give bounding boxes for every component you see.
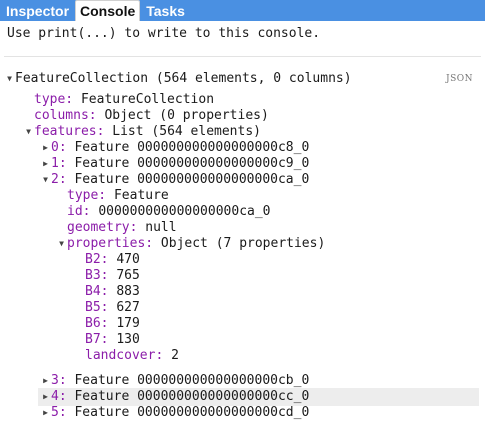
tab-inspector[interactable]: Inspector xyxy=(2,2,73,21)
triangle-down-icon[interactable]: ▼ xyxy=(56,236,67,252)
property-row: landcover: 2 xyxy=(85,348,179,364)
key: geometry: xyxy=(67,220,138,235)
value: 179 xyxy=(116,316,140,331)
triangle-right-icon[interactable]: ▶ xyxy=(40,389,51,405)
value: Object (0 properties) xyxy=(104,108,269,123)
triangle-right-icon[interactable]: ▶ xyxy=(40,156,51,172)
property-row: B2: 470 xyxy=(85,252,140,268)
tab-bar: Inspector Console Tasks xyxy=(0,0,485,21)
value: 2 xyxy=(171,348,179,363)
value: Feature 000000000000000000cd_0 xyxy=(74,405,310,420)
triangle-right-icon[interactable]: ▶ xyxy=(40,405,51,421)
value: 883 xyxy=(116,284,140,299)
value: FeatureCollection xyxy=(80,92,215,107)
key: 0: xyxy=(51,140,67,155)
value: 130 xyxy=(116,332,140,347)
value: Feature 000000000000000000c8_0 xyxy=(74,140,310,155)
list-item[interactable]: ▶ 4: Feature 000000000000000000cc_0 xyxy=(40,389,309,405)
value: 627 xyxy=(116,300,140,315)
list-item[interactable]: ▼ 2: Feature 000000000000000000ca_0 xyxy=(40,172,309,188)
console-hint: Use print(...) to write to this console. xyxy=(7,26,321,41)
key: B6: xyxy=(85,316,109,331)
list-item[interactable]: ▶ 0: Feature 000000000000000000c8_0 xyxy=(40,140,309,156)
value: Feature 000000000000000000c9_0 xyxy=(74,156,310,171)
key: B2: xyxy=(85,252,109,267)
key: id: xyxy=(67,204,91,219)
key: 4: xyxy=(51,389,67,404)
key: type: xyxy=(67,188,107,203)
list-item[interactable]: ▶ 1: Feature 000000000000000000c9_0 xyxy=(40,156,309,172)
list-item[interactable]: ▶ 3: Feature 000000000000000000cb_0 xyxy=(40,373,309,389)
value: 765 xyxy=(116,268,140,283)
value: Object (7 properties) xyxy=(160,236,326,251)
root-label: FeatureCollection (564 elements, 0 colum… xyxy=(15,71,352,86)
key: columns: xyxy=(34,108,97,123)
key: properties: xyxy=(67,236,154,251)
triangle-right-icon[interactable]: ▶ xyxy=(40,140,51,156)
key: features: xyxy=(34,124,105,139)
value: null xyxy=(145,220,177,235)
property-row: B5: 627 xyxy=(85,300,140,316)
value: Feature 000000000000000000cb_0 xyxy=(74,373,310,388)
tree-row-geometry: geometry: null xyxy=(67,220,177,236)
value: 470 xyxy=(116,252,140,267)
key: 2: xyxy=(51,172,67,187)
tree-row-features[interactable]: ▼ features: List (564 elements) xyxy=(23,124,261,140)
key: B3: xyxy=(85,268,109,283)
divider xyxy=(4,56,481,57)
triangle-down-icon[interactable]: ▼ xyxy=(4,71,15,87)
value: Feature xyxy=(113,188,169,203)
property-row: B7: 130 xyxy=(85,332,140,348)
property-row: B3: 765 xyxy=(85,268,140,284)
key: landcover: xyxy=(85,348,164,363)
key: B5: xyxy=(85,300,109,315)
property-row: B4: 883 xyxy=(85,284,140,300)
triangle-down-icon[interactable]: ▼ xyxy=(23,124,34,140)
key: B4: xyxy=(85,284,109,299)
tree-row-properties[interactable]: ▼ properties: Object (7 properties) xyxy=(56,236,325,252)
tree-root[interactable]: ▼ FeatureCollection (564 elements, 0 colu… xyxy=(4,71,352,87)
key: 3: xyxy=(51,373,67,388)
key: 1: xyxy=(51,156,67,171)
property-row: B6: 179 xyxy=(85,316,140,332)
value: Feature 000000000000000000ca_0 xyxy=(74,172,310,187)
key: type: xyxy=(34,92,74,107)
triangle-right-icon[interactable]: ▶ xyxy=(40,373,51,389)
tree-row-type: type: FeatureCollection xyxy=(34,92,214,108)
tree-row-id: id: 000000000000000000ca_0 xyxy=(67,204,271,220)
json-link[interactable]: JSON xyxy=(446,74,473,84)
value: Feature 000000000000000000cc_0 xyxy=(74,389,310,404)
key: 5: xyxy=(51,405,67,420)
value: List (564 elements) xyxy=(112,124,261,139)
tree-row-columns: columns: Object (0 properties) xyxy=(34,108,269,124)
key: B7: xyxy=(85,332,109,347)
tree-row-type: type: Feature xyxy=(67,188,169,204)
tab-tasks[interactable]: Tasks xyxy=(142,2,189,21)
triangle-down-icon[interactable]: ▼ xyxy=(40,172,51,188)
value: 000000000000000000ca_0 xyxy=(98,204,271,219)
tab-console[interactable]: Console xyxy=(75,0,141,21)
list-item[interactable]: ▶ 5: Feature 000000000000000000cd_0 xyxy=(40,405,309,421)
